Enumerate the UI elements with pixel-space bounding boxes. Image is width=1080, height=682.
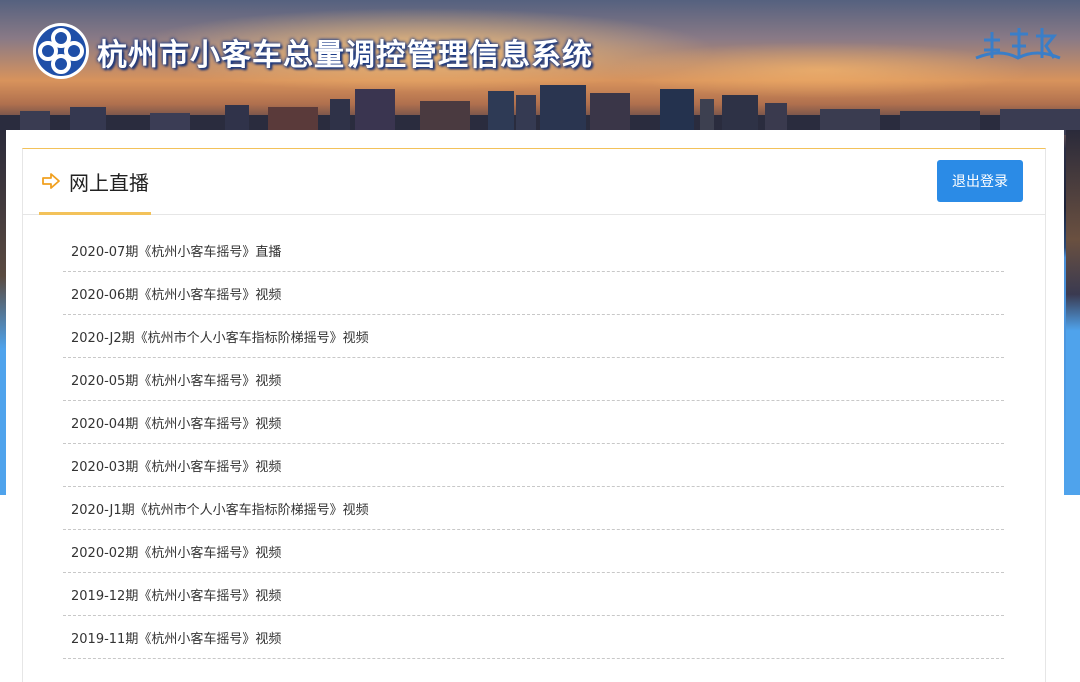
list-item: 2020-J1期《杭州市个人小客车指标阶梯摇号》视频	[63, 487, 1004, 530]
panel-title: 网上直播	[69, 171, 149, 195]
broadcast-link[interactable]: 2020-03期《杭州小客车摇号》视频	[71, 456, 281, 475]
list-item: 2020-05期《杭州小客车摇号》视频	[63, 358, 1004, 401]
hangzhou-emblem-icon	[975, 28, 1061, 60]
broadcast-link[interactable]: 2020-02期《杭州小客车摇号》视频	[71, 542, 281, 561]
list-item: 2020-03期《杭州小客车摇号》视频	[63, 444, 1004, 487]
list-item: 2020-J2期《杭州市个人小客车指标阶梯摇号》视频	[63, 315, 1004, 358]
list-item: 2020-02期《杭州小客车摇号》视频	[63, 530, 1004, 573]
panel-header: 网上直播 退出登录	[23, 149, 1045, 215]
arrow-right-icon	[42, 173, 60, 189]
list-item: 2019-11期《杭州小客车摇号》视频	[63, 616, 1004, 659]
logout-button[interactable]: 退出登录	[937, 160, 1023, 202]
broadcast-link[interactable]: 2020-05期《杭州小客车摇号》视频	[71, 370, 281, 389]
banner-right-edge	[1066, 130, 1080, 495]
broadcast-link[interactable]: 2020-J2期《杭州市个人小客车指标阶梯摇号》视频	[71, 327, 369, 346]
city-skyline-image	[0, 85, 1080, 135]
broadcast-link[interactable]: 2020-J1期《杭州市个人小客车指标阶梯摇号》视频	[71, 499, 369, 518]
broadcast-link[interactable]: 2020-06期《杭州小客车摇号》视频	[71, 284, 281, 303]
broadcast-link[interactable]: 2019-11期《杭州小客车摇号》视频	[71, 628, 281, 647]
title-underline	[39, 212, 151, 215]
site-title: 杭州市小客车总量调控管理信息系统	[97, 38, 593, 73]
list-item: 2020-06期《杭州小客车摇号》视频	[63, 272, 1004, 315]
broadcast-link[interactable]: 2020-07期《杭州小客车摇号》直播	[71, 241, 281, 260]
site-logo-icon	[33, 23, 89, 79]
live-broadcast-panel: 网上直播 退出登录 2020-07期《杭州小客车摇号》直播 2020-06期《杭…	[22, 148, 1046, 682]
broadcast-link[interactable]: 2020-04期《杭州小客车摇号》视频	[71, 413, 281, 432]
main-card: 网上直播 退出登录 2020-07期《杭州小客车摇号》直播 2020-06期《杭…	[6, 130, 1064, 682]
broadcast-link[interactable]: 2019-12期《杭州小客车摇号》视频	[71, 585, 281, 604]
list-item: 2020-07期《杭州小客车摇号》直播	[63, 229, 1004, 272]
list-item: 2019-12期《杭州小客车摇号》视频	[63, 573, 1004, 616]
broadcast-list: 2020-07期《杭州小客车摇号》直播 2020-06期《杭州小客车摇号》视频 …	[63, 229, 1004, 659]
list-item: 2020-04期《杭州小客车摇号》视频	[63, 401, 1004, 444]
